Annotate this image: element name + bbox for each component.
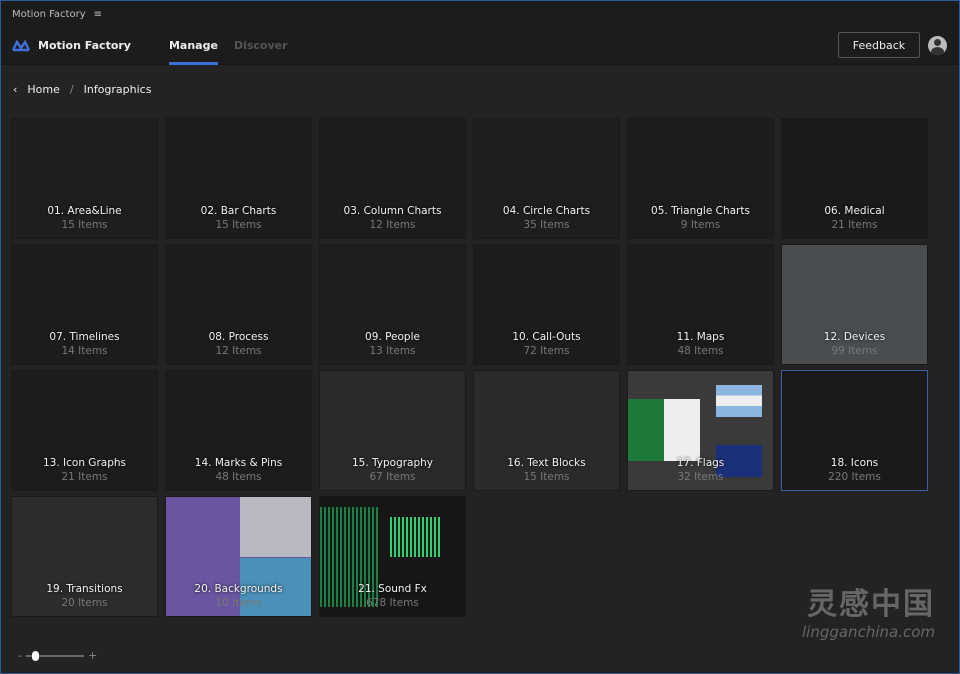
tile-title: 04. Circle Charts (502, 205, 591, 217)
tile-title: 20. Backgrounds (194, 583, 283, 595)
tile-count: 15 Items (61, 219, 108, 231)
category-tile[interactable]: 18. Icons 220 Items (781, 370, 928, 491)
category-tile[interactable]: 09. People 13 Items (319, 244, 466, 365)
tile-count: 678 Items (366, 597, 419, 609)
tile-title: 10. Call-Outs (512, 331, 581, 343)
breadcrumb-separator: / (69, 83, 74, 96)
tile-title: 17. Flags (676, 457, 725, 469)
tile-title: 03. Column Charts (343, 205, 442, 217)
tile-count: 12 Items (215, 345, 262, 357)
category-tile[interactable]: 20. Backgrounds 10 Items (165, 496, 312, 617)
tile-count: 14 Items (61, 345, 108, 357)
tile-count: 32 Items (677, 471, 724, 483)
category-tile[interactable]: 17. Flags 32 Items (627, 370, 774, 491)
category-tile[interactable]: 13. Icon Graphs 21 Items (11, 370, 158, 491)
tile-count: 10 Items (215, 597, 262, 609)
tile-title: 19. Transitions (46, 583, 123, 595)
top-nav: Motion Factory Manage Discover Feedback (1, 27, 959, 65)
back-chevron-icon[interactable]: ‹ (13, 83, 17, 96)
category-tile[interactable]: 01. Area&Line 15 Items (11, 118, 158, 239)
tab-manage[interactable]: Manage (168, 27, 218, 65)
tile-count: 220 Items (828, 471, 881, 483)
tile-count: 9 Items (680, 219, 721, 231)
category-tile[interactable]: 02. Bar Charts 15 Items (165, 118, 312, 239)
tile-title: 11. Maps (676, 331, 725, 343)
tile-count: 13 Items (369, 345, 416, 357)
category-tile[interactable]: 21. Sound Fx 678 Items (319, 496, 466, 617)
tile-title: 07. Timelines (49, 331, 120, 343)
zoom-in-icon[interactable]: + (88, 649, 97, 662)
tile-count: 21 Items (61, 471, 108, 483)
tile-title: 02. Bar Charts (200, 205, 277, 217)
zoom-track[interactable] (25, 650, 84, 661)
zoom-slider[interactable]: - + (18, 649, 97, 662)
tile-count: 15 Items (523, 471, 570, 483)
tile-count: 20 Items (61, 597, 108, 609)
category-grid: 01. Area&Line 15 Items 02. Bar Charts 15 It… (11, 118, 928, 617)
tile-title: 21. Sound Fx (358, 583, 427, 595)
zoom-out-icon[interactable]: - (18, 649, 22, 662)
tile-title: 16. Text Blocks (507, 457, 586, 469)
zoom-handle[interactable] (31, 650, 39, 661)
title-bar: Motion Factory ≡ (1, 1, 959, 27)
category-tile[interactable]: 15. Typography 67 Items (319, 370, 466, 491)
category-tile[interactable]: 04. Circle Charts 35 Items (473, 118, 620, 239)
app-name: Motion Factory (38, 39, 131, 52)
tile-title: 15. Typography (351, 457, 434, 469)
tile-title: 05. Triangle Charts (651, 205, 750, 217)
category-tile[interactable]: 14. Marks & Pins 48 Items (165, 370, 312, 491)
tile-title: 08. Process (208, 331, 269, 343)
user-avatar-icon[interactable] (928, 36, 947, 55)
tile-title: 12. Devices (823, 331, 886, 343)
category-tile[interactable]: 08. Process 12 Items (165, 244, 312, 365)
tile-title: 06. Medical (824, 205, 885, 217)
category-tile[interactable]: 10. Call-Outs 72 Items (473, 244, 620, 365)
tile-count: 35 Items (523, 219, 570, 231)
category-tile[interactable]: 06. Medical 21 Items (781, 118, 928, 239)
app-logo[interactable]: Motion Factory (11, 39, 131, 52)
breadcrumb-home[interactable]: Home (27, 83, 59, 96)
category-tile[interactable]: 11. Maps 48 Items (627, 244, 774, 365)
window-title: Motion Factory (12, 8, 86, 20)
tile-count: 72 Items (523, 345, 570, 357)
tile-count: 21 Items (831, 219, 878, 231)
tile-count: 99 Items (831, 345, 878, 357)
watermark-logo: 灵感中国 lingganchina.com (801, 587, 935, 641)
category-tile[interactable]: 12. Devices 99 Items (781, 244, 928, 365)
logo-icon (11, 39, 31, 51)
hamburger-icon[interactable]: ≡ (94, 9, 102, 20)
tile-title: 09. People (365, 331, 420, 343)
tab-discover[interactable]: Discover (234, 27, 288, 65)
feedback-button[interactable]: Feedback (838, 32, 920, 58)
category-tile[interactable]: 19. Transitions 20 Items (11, 496, 158, 617)
breadcrumb-current: Infographics (83, 83, 152, 96)
tile-count: 48 Items (215, 471, 262, 483)
breadcrumb: ‹ Home / Infographics (13, 83, 151, 96)
category-tile[interactable]: 07. Timelines 14 Items (11, 244, 158, 365)
tile-count: 15 Items (215, 219, 262, 231)
category-tile[interactable]: 05. Triangle Charts 9 Items (627, 118, 774, 239)
tile-count: 12 Items (369, 219, 416, 231)
tile-title: 14. Marks & Pins (194, 457, 283, 469)
tile-title: 18. Icons (830, 457, 879, 469)
tile-count: 48 Items (677, 345, 724, 357)
category-tile[interactable]: 03. Column Charts 12 Items (319, 118, 466, 239)
category-tile[interactable]: 16. Text Blocks 15 Items (473, 370, 620, 491)
tile-title: 13. Icon Graphs (42, 457, 126, 469)
tile-title: 01. Area&Line (47, 205, 122, 217)
tile-count: 67 Items (369, 471, 416, 483)
